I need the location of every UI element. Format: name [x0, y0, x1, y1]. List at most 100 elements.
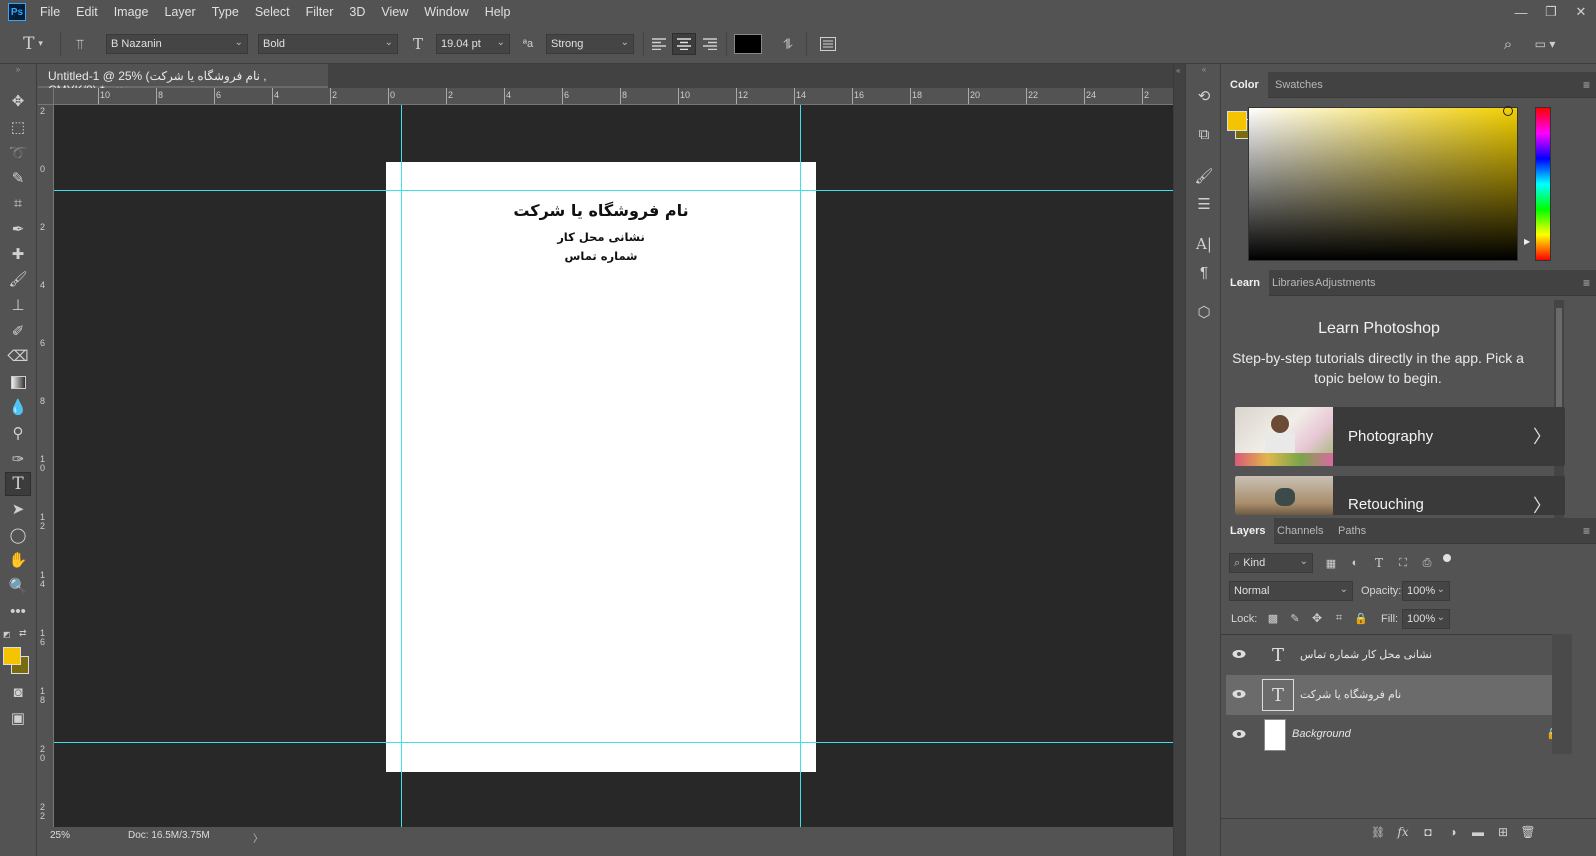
- character-panel-icon[interactable]: [816, 34, 840, 54]
- lock-position-icon[interactable]: ✥: [1309, 610, 1325, 626]
- color-picker-cursor[interactable]: [1503, 106, 1513, 116]
- adjustment-layer-icon[interactable]: ◑: [1444, 823, 1462, 841]
- opacity-field[interactable]: 100% ⌄: [1402, 581, 1450, 601]
- dodge-tool-icon[interactable]: ⚲: [5, 421, 31, 445]
- canvas-scrollbar[interactable]: «: [1173, 64, 1185, 856]
- menu-type[interactable]: Type: [212, 5, 239, 19]
- healing-brush-tool-icon[interactable]: ✚: [5, 242, 31, 266]
- menu-3d[interactable]: 3D: [349, 5, 365, 19]
- phone-text[interactable]: شماره تماس: [386, 249, 816, 263]
- collapse-toolbar-icon[interactable]: »: [5, 64, 31, 74]
- align-center-icon[interactable]: [672, 33, 696, 55]
- text-color-swatch[interactable]: [734, 34, 762, 54]
- paragraph-icon[interactable]: ¶: [1191, 260, 1217, 284]
- expand-dock-icon[interactable]: «: [1191, 64, 1217, 74]
- tab-color[interactable]: Color: [1221, 72, 1268, 98]
- 3d-panel-icon[interactable]: ⧉: [1191, 122, 1217, 146]
- guide-horizontal[interactable]: [54, 190, 1173, 191]
- quick-mask-icon[interactable]: ◙: [5, 680, 31, 704]
- menu-layer[interactable]: Layer: [164, 5, 195, 19]
- layers-scrollbar[interactable]: [1552, 634, 1572, 754]
- guide-vertical[interactable]: [800, 105, 801, 827]
- hand-tool-icon[interactable]: ✋: [5, 548, 31, 572]
- crop-tool-icon[interactable]: ⌗: [5, 191, 31, 215]
- visibility-eye-icon[interactable]: [1232, 729, 1246, 739]
- lock-artboard-icon[interactable]: ⌗: [1331, 610, 1347, 626]
- menu-view[interactable]: View: [381, 5, 408, 19]
- menu-window[interactable]: Window: [424, 5, 468, 19]
- lock-pixels-icon[interactable]: ✎: [1287, 610, 1303, 626]
- tab-channels[interactable]: Channels: [1268, 518, 1332, 544]
- foreground-color-swatch[interactable]: [3, 647, 21, 665]
- tab-paths[interactable]: Paths: [1329, 518, 1375, 544]
- close-window-icon[interactable]: ✕: [1566, 1, 1596, 23]
- tab-swatches[interactable]: Swatches: [1266, 72, 1332, 98]
- canvas-area[interactable]: نام فروشگاه یا شرکت نشانی محل کار شماره …: [54, 105, 1173, 827]
- warp-text-icon[interactable]: ⥮: [776, 34, 800, 54]
- lock-transparent-icon[interactable]: ▩: [1265, 610, 1281, 626]
- menu-file[interactable]: File: [40, 5, 60, 19]
- collapse-panels-icon[interactable]: «: [1176, 66, 1180, 75]
- swap-colors-icon[interactable]: ⇄: [19, 628, 31, 640]
- panel-menu-icon[interactable]: ≡: [1583, 78, 1590, 92]
- filter-smart-object-icon[interactable]: ⎙: [1419, 555, 1435, 571]
- fx-icon[interactable]: fx: [1394, 823, 1412, 841]
- add-mask-icon[interactable]: ◘: [1419, 823, 1437, 841]
- hue-slider-pointer[interactable]: ▶: [1524, 237, 1530, 246]
- panel-menu-icon[interactable]: ≡: [1583, 524, 1590, 538]
- lasso-tool-icon[interactable]: ➰: [5, 141, 31, 165]
- align-right-icon[interactable]: [699, 34, 721, 54]
- hue-slider[interactable]: [1535, 107, 1551, 261]
- document-page[interactable]: نام فروشگاه یا شرکت نشانی محل کار شماره …: [386, 162, 816, 772]
- filter-type-icon[interactable]: T: [1371, 555, 1387, 571]
- layer-name[interactable]: نام فروشگاه یا شرکت: [1300, 688, 1401, 701]
- type-tool-icon[interactable]: T: [5, 472, 31, 496]
- menu-edit[interactable]: Edit: [76, 5, 98, 19]
- status-menu-arrow[interactable]: 〉: [253, 830, 263, 845]
- anti-alias-select[interactable]: Strong ⌄: [546, 34, 634, 54]
- path-selection-tool-icon[interactable]: ➤: [5, 497, 31, 521]
- blend-mode-select[interactable]: Normal ⌄: [1229, 581, 1353, 601]
- marquee-tool-icon[interactable]: ⬚: [5, 115, 31, 139]
- character-icon[interactable]: A|: [1191, 232, 1217, 256]
- zoom-level[interactable]: 25%: [50, 830, 70, 841]
- eraser-tool-icon[interactable]: ⌫: [5, 344, 31, 368]
- move-tool-icon[interactable]: ✥: [5, 89, 31, 113]
- pen-tool-icon[interactable]: ✑: [5, 447, 31, 471]
- layer-row[interactable]: Background 🔒: [1226, 715, 1572, 755]
- new-group-folder-icon[interactable]: ▬: [1469, 823, 1487, 841]
- heading-text-layer[interactable]: نام فروشگاه یا شرکت: [386, 201, 816, 220]
- new-layer-icon[interactable]: ⊞: [1494, 823, 1512, 841]
- link-layers-icon[interactable]: ⛓: [1369, 823, 1387, 841]
- layer-row-selected[interactable]: T نام فروشگاه یا شرکت: [1226, 675, 1572, 715]
- 3d-cube-icon[interactable]: ⬡: [1191, 300, 1217, 324]
- guide-horizontal[interactable]: [54, 742, 1173, 743]
- tutorial-card-retouching[interactable]: Retouching 〉: [1235, 476, 1565, 515]
- layer-name[interactable]: Background: [1292, 728, 1351, 740]
- default-colors-icon[interactable]: ◩: [3, 630, 13, 640]
- filter-shape-icon[interactable]: ⛶: [1395, 555, 1411, 571]
- brush-tool-icon[interactable]: 🖌: [5, 267, 31, 291]
- filter-pixel-icon[interactable]: ▦: [1323, 555, 1339, 571]
- minimize-icon[interactable]: —: [1506, 1, 1536, 23]
- guide-vertical[interactable]: [401, 105, 402, 827]
- tab-learn[interactable]: Learn: [1221, 270, 1269, 296]
- visibility-eye-icon[interactable]: [1232, 689, 1246, 699]
- history-panel-icon[interactable]: ⟲: [1191, 84, 1217, 108]
- tab-adjustments[interactable]: Adjustments: [1306, 270, 1385, 296]
- layer-name[interactable]: نشانی محل کار شماره تماس: [1300, 648, 1432, 661]
- visibility-eye-icon[interactable]: [1232, 649, 1246, 659]
- quick-selection-tool-icon[interactable]: ✎: [5, 166, 31, 190]
- font-style-select[interactable]: Bold ⌄: [258, 34, 398, 54]
- clone-stamp-tool-icon[interactable]: ⊥: [5, 293, 31, 317]
- more-tools-icon[interactable]: •••: [5, 599, 31, 623]
- layer-row[interactable]: T نشانی محل کار شماره تماس: [1226, 635, 1572, 675]
- color-panel-foreground-swatch[interactable]: [1227, 111, 1247, 131]
- type-tool-preset-icon[interactable]: T ▾: [16, 34, 50, 54]
- brush-settings-icon[interactable]: 🖌: [1191, 164, 1217, 188]
- filter-adjustment-icon[interactable]: ◐: [1347, 555, 1363, 571]
- trash-icon[interactable]: 🗑: [1519, 823, 1537, 841]
- font-size-select[interactable]: 19.04 pt ⌄: [436, 34, 510, 54]
- tutorial-card-photography[interactable]: Photography 〉: [1235, 407, 1565, 466]
- history-brush-tool-icon[interactable]: ✐: [5, 319, 31, 343]
